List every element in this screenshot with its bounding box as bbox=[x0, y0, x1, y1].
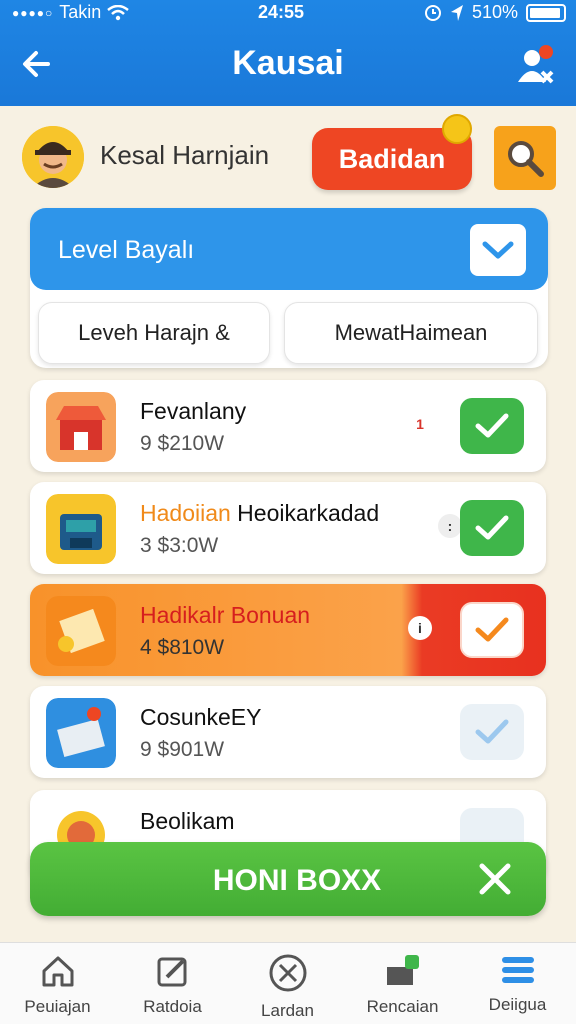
tab-mewat-label: MewatHaimean bbox=[334, 320, 488, 345]
nav-label: Rencaian bbox=[366, 997, 439, 1016]
coin-icon bbox=[442, 114, 472, 144]
reward-item[interactable]: Fevanlany 9 $210W 1 bbox=[30, 380, 546, 472]
checkmark-icon bbox=[475, 515, 509, 540]
battery-icon bbox=[526, 3, 566, 22]
close-icon[interactable] bbox=[476, 860, 514, 898]
profile-row: Kesal Harnjain Badidan bbox=[22, 114, 556, 194]
reward-name-accent: Hadoiian bbox=[140, 500, 231, 526]
location-icon bbox=[450, 4, 463, 21]
tab-mewat[interactable]: MewatHaimean bbox=[284, 302, 538, 364]
inbox-icon bbox=[386, 955, 419, 985]
wifi-icon bbox=[107, 4, 130, 20]
tools-icon bbox=[269, 954, 306, 992]
reward-item[interactable]: CosunkeEY 9 $901W bbox=[30, 686, 546, 778]
reward-item[interactable]: Hadoiian Heoikarkadad 3 $3:0W : bbox=[30, 482, 546, 574]
shop-icon bbox=[46, 392, 116, 462]
machine-icon bbox=[46, 494, 116, 564]
checkmark-icon bbox=[475, 617, 509, 642]
reward-checkbox[interactable] bbox=[460, 398, 524, 454]
level-header[interactable]: Level Bayalı bbox=[30, 208, 548, 290]
nav-item-edit[interactable]: Ratdoia bbox=[115, 953, 230, 1017]
page-title: Kausai bbox=[232, 44, 344, 82]
bottom-nav: Peuiajan Ratdoia Lardan Rencaian Deiigua bbox=[0, 942, 576, 1024]
status-time: 24:55 bbox=[258, 2, 305, 22]
cheese-box-icon bbox=[46, 596, 116, 666]
reward-name: CosunkeEY bbox=[140, 704, 262, 730]
reward-price: 9 $901W bbox=[140, 738, 225, 761]
nav-item-tools[interactable]: Lardan bbox=[230, 953, 345, 1021]
search-icon bbox=[508, 141, 544, 177]
app-header: ●●●●○ Takin 24:55 510% Kausai bbox=[0, 0, 576, 106]
user-settings-icon[interactable] bbox=[512, 42, 556, 86]
badge-button-label: Badidan bbox=[338, 143, 446, 174]
reward-name: Fevanlany bbox=[140, 398, 247, 424]
tab-level[interactable]: Leveh Harajn & bbox=[38, 302, 270, 364]
reward-checkbox[interactable] bbox=[460, 500, 524, 556]
avatar-face-icon bbox=[22, 126, 84, 188]
nav-label: Lardan bbox=[261, 1001, 314, 1020]
signal-icon: ●●●●○ bbox=[12, 5, 54, 20]
reward-name: Hadikalr Bonuan bbox=[140, 602, 311, 628]
level-expand-button[interactable] bbox=[470, 224, 526, 276]
menu-icon bbox=[501, 957, 534, 983]
reward-checkbox[interactable] bbox=[460, 602, 524, 658]
reward-name: Hadoiian Heoikarkadad bbox=[140, 500, 379, 527]
nav-item-home[interactable]: Peuiajan bbox=[0, 953, 115, 1017]
reward-checkbox[interactable] bbox=[460, 704, 524, 760]
battery-percent: 510% bbox=[471, 2, 518, 22]
reward-price: 9 $210W bbox=[140, 432, 225, 455]
level-title: Level Bayalı bbox=[58, 236, 195, 264]
reward-price: 3 $3:0W bbox=[140, 534, 219, 557]
search-button[interactable] bbox=[494, 126, 556, 190]
alarm-icon bbox=[424, 4, 441, 21]
avatar[interactable] bbox=[22, 126, 84, 188]
chevron-down-icon bbox=[482, 241, 514, 259]
reward-name: Beolikam bbox=[140, 808, 235, 834]
checkmark-icon bbox=[475, 413, 509, 438]
reward-marker: : bbox=[438, 514, 462, 538]
status-bar: ●●●●○ Takin 24:55 510% bbox=[0, 0, 576, 26]
profile-name: Kesal Harnjain bbox=[100, 140, 270, 170]
nav-label: Ratdoia bbox=[143, 997, 202, 1016]
gift-box-icon bbox=[46, 698, 116, 768]
nav-label: Peuiajan bbox=[24, 997, 91, 1016]
edit-icon bbox=[157, 957, 186, 987]
reward-marker: i bbox=[408, 616, 432, 640]
reward-name-rest: Heoikarkadad bbox=[230, 500, 380, 526]
home-icon bbox=[42, 956, 73, 987]
nav-item-menu[interactable]: Deiigua bbox=[460, 953, 575, 1015]
reward-price: 4 $810W bbox=[140, 636, 225, 659]
nav-label: Deiigua bbox=[488, 995, 547, 1014]
nav-item-inbox[interactable]: Rencaian bbox=[345, 953, 460, 1017]
checkmark-icon bbox=[475, 719, 509, 744]
level-panel: Level Bayalı Leveh Harajn & MewatHaimean bbox=[30, 208, 548, 368]
reward-marker: 1 bbox=[416, 416, 424, 432]
carrier-label: Takin bbox=[59, 2, 102, 22]
reward-item-highlighted[interactable]: Hadikalr Bonuan 4 $810W i bbox=[30, 584, 546, 676]
tab-level-label: Leveh Harajn & bbox=[78, 320, 230, 345]
action-bar[interactable]: HONI BOXX bbox=[30, 842, 546, 916]
